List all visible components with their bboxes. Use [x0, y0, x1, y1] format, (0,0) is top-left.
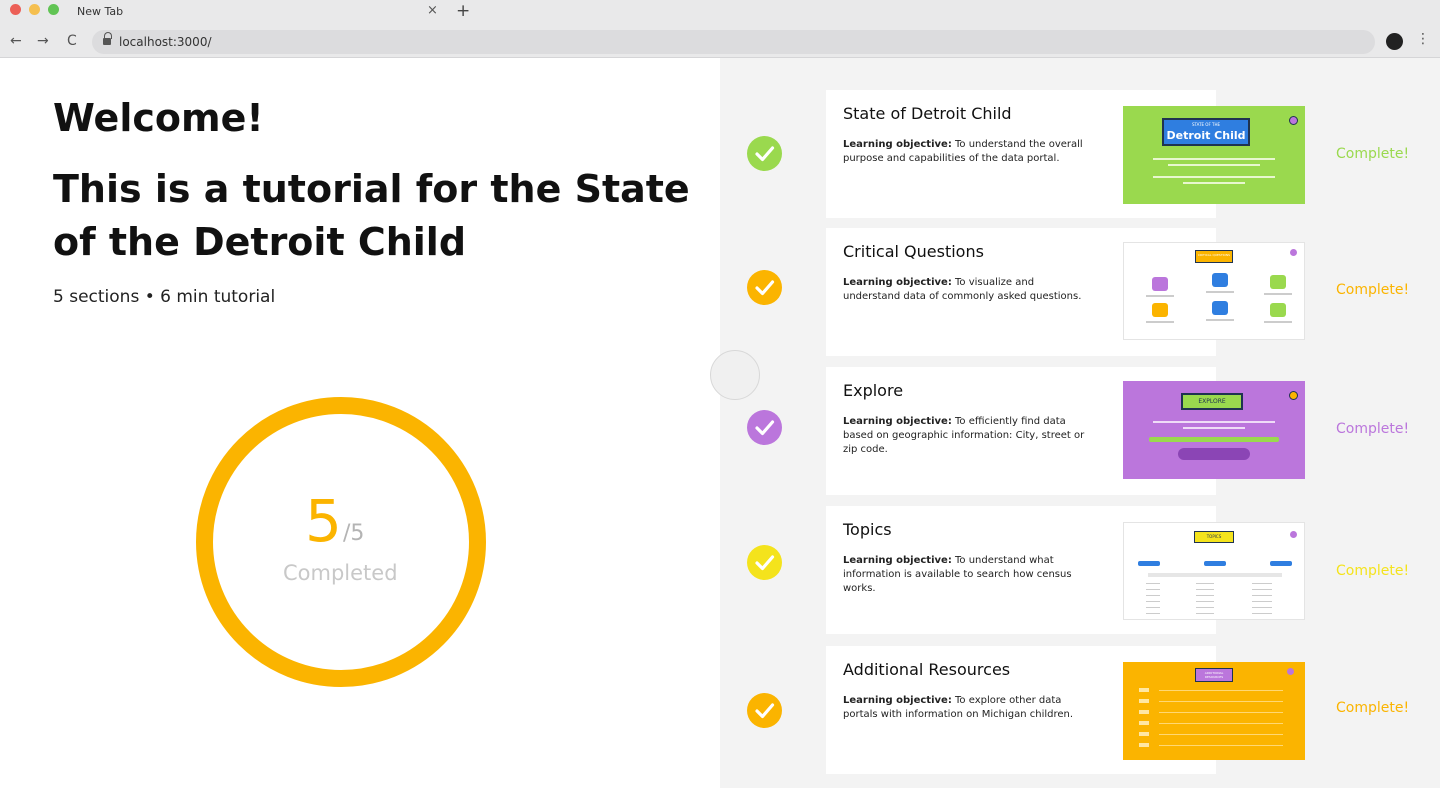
- tutorial-meta: 5 sections • 6 min tutorial: [53, 287, 276, 307]
- thumbnail-content: [1123, 662, 1305, 760]
- objective-label: Learning objective:: [843, 277, 952, 288]
- check-icon: [747, 270, 782, 305]
- completed-count: 5: [305, 487, 342, 555]
- check-icon: [747, 410, 782, 445]
- browser-chrome: New Tab × + ← → C localhost:3000/ ⋮: [0, 0, 1440, 58]
- close-icon[interactable]: ×: [427, 3, 438, 18]
- section-objective: Learning objective: To visualize and und…: [843, 276, 1093, 304]
- address-bar[interactable]: localhost:3000/: [92, 30, 1375, 54]
- section-title: State of Detroit Child: [843, 104, 1012, 123]
- objective-label: Learning objective:: [843, 555, 952, 566]
- tab-title: New Tab: [77, 5, 124, 18]
- objective-label: Learning objective:: [843, 695, 952, 706]
- section-thumbnail[interactable]: TOPICS: [1123, 522, 1305, 620]
- section-status: Complete!: [1336, 563, 1410, 579]
- scroll-handle[interactable]: [710, 350, 760, 400]
- browser-tab[interactable]: New Tab ×: [62, 0, 452, 24]
- completed-label: Completed: [283, 561, 398, 585]
- section-objective: Learning objective: To efficiently find …: [843, 415, 1093, 457]
- section-thumbnail[interactable]: ADDITIONAL RESOURCES: [1123, 662, 1305, 760]
- section-status: Complete!: [1336, 282, 1410, 298]
- back-button[interactable]: ←: [10, 33, 22, 49]
- reload-button[interactable]: C: [67, 33, 77, 49]
- total-count: /5: [343, 521, 365, 546]
- section-objective: Learning objective: To understand the ov…: [843, 138, 1093, 166]
- new-tab-button[interactable]: +: [456, 1, 470, 21]
- check-icon: [747, 545, 782, 580]
- thumbnail-content: [1123, 381, 1305, 479]
- forward-button[interactable]: →: [37, 33, 49, 49]
- section-title: Additional Resources: [843, 660, 1011, 679]
- section-objective: Learning objective: To explore other dat…: [843, 694, 1093, 722]
- objective-label: Learning objective:: [843, 416, 952, 427]
- section-status: Complete!: [1336, 700, 1410, 716]
- section-thumbnail[interactable]: CRITICAL QUESTIONS: [1123, 242, 1305, 340]
- maximize-window-button[interactable]: [48, 4, 59, 15]
- minimize-window-button[interactable]: [29, 4, 40, 15]
- url-text: localhost:3000/: [119, 35, 212, 49]
- thumbnail-content: [1124, 243, 1304, 339]
- thumbnail-content: [1123, 106, 1305, 204]
- welcome-heading: Welcome!: [53, 96, 264, 140]
- lock-icon: [103, 32, 112, 45]
- tutorial-title: This is a tutorial for the State of the …: [53, 167, 690, 264]
- section-status: Complete!: [1336, 146, 1410, 162]
- section-status: Complete!: [1336, 421, 1410, 437]
- menu-icon[interactable]: ⋮: [1416, 31, 1430, 47]
- check-icon: [747, 693, 782, 728]
- close-window-button[interactable]: [10, 4, 21, 15]
- section-title: Critical Questions: [843, 242, 984, 261]
- section-thumbnail[interactable]: STATE OF THE Detroit Child: [1123, 106, 1305, 204]
- thumbnail-content: [1124, 523, 1304, 619]
- section-title: Explore: [843, 381, 904, 400]
- check-icon: [747, 136, 782, 171]
- objective-label: Learning objective:: [843, 139, 952, 150]
- profile-avatar[interactable]: [1386, 33, 1403, 50]
- section-title: Topics: [843, 520, 892, 539]
- section-objective: Learning objective: To understand what i…: [843, 554, 1093, 596]
- section-thumbnail[interactable]: EXPLORE: [1123, 381, 1305, 479]
